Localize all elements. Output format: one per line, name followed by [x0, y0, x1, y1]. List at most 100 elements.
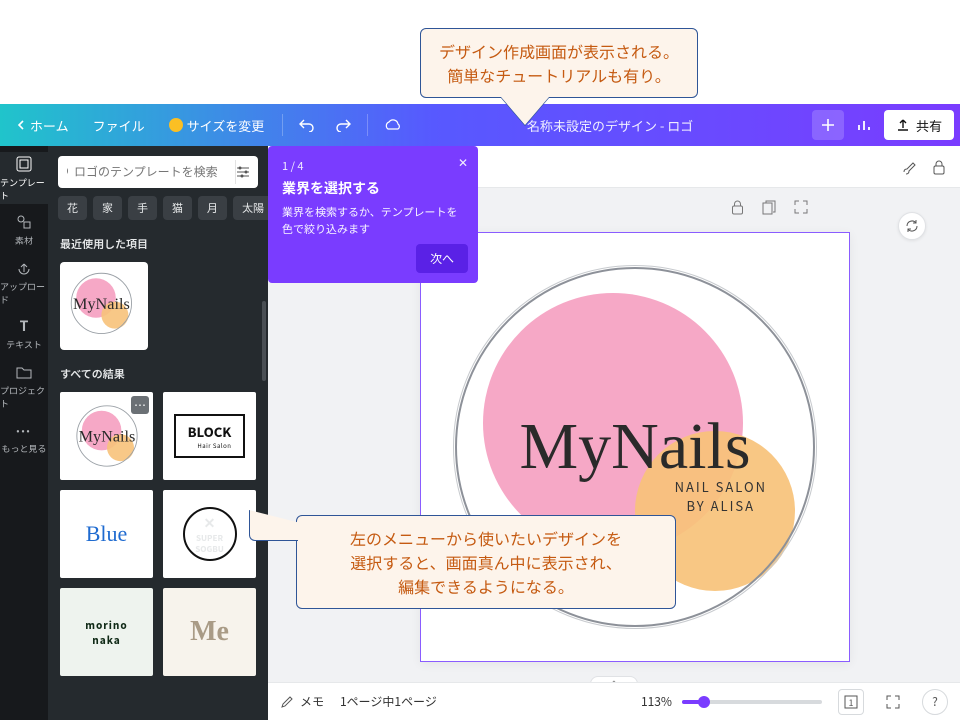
fullscreen-button[interactable] [880, 689, 906, 715]
annotation-mid-l3: 編集できるようになる。 [315, 574, 657, 598]
pencil-icon [280, 695, 294, 709]
undo-icon [299, 118, 315, 132]
rail-templates[interactable]: テンプレート [0, 152, 48, 204]
redo-icon [335, 118, 351, 132]
scrollbar[interactable] [262, 301, 266, 381]
logo-text: MyNails [69, 271, 134, 336]
page-lock-button[interactable] [728, 198, 746, 216]
search-input-wrap[interactable] [58, 156, 258, 188]
app-topbar: ホーム ファイル サイズを変更 名称未設定のデザイン - ロゴ 共有 [0, 104, 960, 146]
template-card[interactable]: Me [163, 588, 256, 676]
lock-icon [731, 200, 744, 215]
filter-button[interactable] [235, 160, 250, 184]
page-indicator: 1ページ中1ページ [340, 693, 437, 710]
chip[interactable]: 花 [58, 196, 87, 220]
page-duplicate-button[interactable] [760, 198, 778, 216]
share-label: 共有 [916, 116, 942, 135]
resize-label: サイズを変更 [187, 116, 265, 135]
redo-button[interactable] [327, 110, 359, 140]
upload-icon [896, 118, 910, 132]
all-heading: すべての結果 [48, 360, 268, 388]
divider [282, 114, 283, 136]
file-button[interactable]: ファイル [83, 110, 155, 140]
grid-view-button[interactable]: 1 [838, 689, 864, 715]
template-card[interactable]: ✕SUPERSOGBU [163, 490, 256, 578]
home-label: ホーム [30, 116, 69, 135]
sub1: NAIL SALON [675, 477, 767, 496]
logo-subtitle: NAIL SALON BY ALISA [675, 477, 767, 515]
search-input[interactable] [74, 165, 229, 179]
page-fullscreen-button[interactable] [792, 198, 810, 216]
elements-icon [15, 213, 33, 231]
rail-elements-label: 素材 [15, 234, 33, 247]
sync-button[interactable] [898, 212, 926, 240]
brush-icon [900, 158, 918, 176]
doc-title[interactable]: 名称未設定のデザイン - ロゴ [412, 116, 808, 135]
template-card[interactable]: morinonaka [60, 588, 153, 676]
recent-heading: 最近使用した項目 [48, 230, 268, 258]
crown-icon [169, 118, 183, 132]
resize-button[interactable]: サイズを変更 [159, 110, 275, 140]
canvas-area: ✕ 1 / 4 業界を選択する 業界を検索するか、テンプレートを色で絞り込みます… [268, 146, 960, 720]
chip-row: 花 家 手 猫 月 太陽 海 ハ › [48, 196, 268, 230]
undo-button[interactable] [291, 110, 323, 140]
chip[interactable]: 月 [198, 196, 227, 220]
template-card[interactable]: BLOCKHair Salon [163, 392, 256, 480]
home-button[interactable]: ホーム [6, 110, 79, 140]
tutorial-step: 1 / 4 [282, 158, 464, 174]
cloud-button[interactable] [376, 110, 408, 140]
logo-text: ✕SUPERSOGBU [183, 507, 237, 561]
duplicate-icon [762, 200, 776, 215]
template-card[interactable]: MyNails ⋯ [60, 392, 153, 480]
annotation-mid-l2: 選択すると、画面真ん中に表示され、 [315, 550, 657, 574]
tutorial-title: 業界を選択する [282, 178, 464, 198]
memo-button[interactable]: メモ [280, 693, 324, 710]
more-icon: ••• [15, 421, 33, 439]
svg-text:1: 1 [849, 696, 854, 709]
text-icon: T [15, 317, 33, 335]
help-button[interactable]: ? [922, 689, 948, 715]
chip[interactable]: 手 [128, 196, 157, 220]
add-button[interactable] [812, 110, 844, 140]
chip[interactable]: 猫 [163, 196, 192, 220]
logo-text: BLOCKHair Salon [174, 414, 246, 458]
template-panel: 花 家 手 猫 月 太陽 海 ハ › 最近使用した項目 MyNails すべての… [48, 146, 268, 720]
tutorial-desc: 業界を検索するか、テンプレートを色で絞り込みます [282, 204, 464, 237]
rail-templates-label: テンプレート [0, 176, 48, 202]
rail-project-label: プロジェクト [0, 384, 48, 410]
cloud-icon [383, 118, 401, 132]
template-icon [15, 155, 33, 173]
recent-thumb[interactable]: MyNails [60, 262, 148, 350]
expand-icon [794, 200, 808, 214]
rail-text[interactable]: T テキスト [0, 308, 48, 360]
template-card[interactable]: Blue [60, 490, 153, 578]
brush-button[interactable] [900, 158, 918, 176]
rail-more-label: もっと見る [1, 442, 46, 455]
card-menu-button[interactable]: ⋯ [131, 396, 149, 414]
chip[interactable]: 家 [93, 196, 122, 220]
logo-text: MyNails [74, 404, 139, 469]
zoom-slider[interactable] [682, 700, 822, 704]
folder-icon [15, 363, 33, 381]
grid-icon: 1 [844, 695, 858, 709]
analytics-button[interactable] [848, 110, 880, 140]
page-actions [728, 198, 810, 216]
share-button[interactable]: 共有 [884, 110, 954, 140]
rail-upload-label: アップロード [0, 280, 48, 306]
file-label: ファイル [93, 116, 145, 135]
annotation-top: デザイン作成画面が表示される。 簡単なチュートリアルも有り。 [420, 28, 698, 98]
help-icon: ? [932, 693, 938, 710]
lock-icon [932, 159, 946, 175]
lock-button[interactable] [932, 159, 946, 175]
zoom-value: 113% [641, 693, 672, 710]
memo-label: メモ [300, 693, 324, 710]
rail-elements[interactable]: 素材 [0, 204, 48, 256]
rail-project[interactable]: プロジェクト [0, 360, 48, 412]
rail-upload[interactable]: アップロード [0, 256, 48, 308]
plus-icon [821, 118, 835, 132]
rail-more[interactable]: ••• もっと見る [0, 412, 48, 464]
chip[interactable]: 太陽 [233, 196, 268, 220]
doc-title-text: 名称未設定のデザイン - ロゴ [527, 116, 693, 135]
annotation-mid: 左のメニューから使いたいデザインを 選択すると、画面真ん中に表示され、 編集でき… [296, 515, 676, 609]
tutorial-next-button[interactable]: 次へ [416, 244, 468, 273]
